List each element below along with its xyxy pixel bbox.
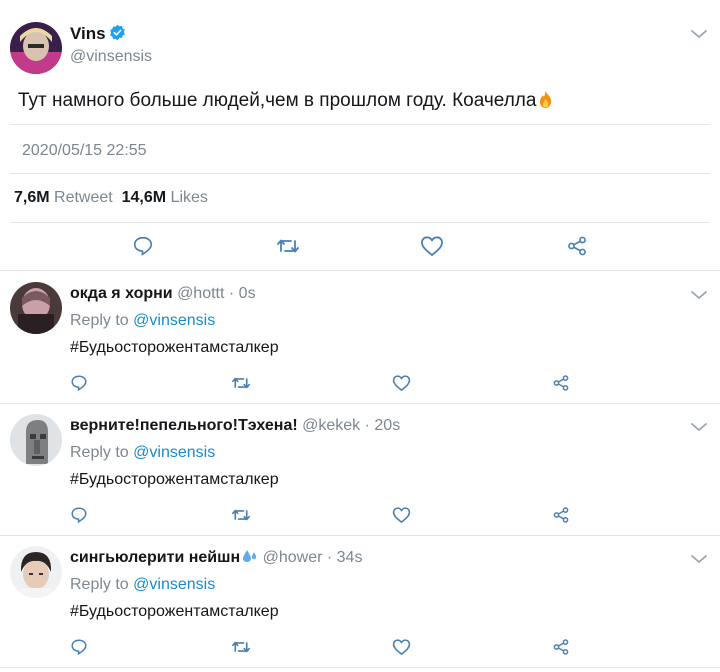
avatar[interactable] — [10, 546, 62, 598]
divider — [0, 403, 720, 404]
divider — [10, 124, 710, 125]
reply-text[interactable]: #Будьосторожентамсталкер — [70, 339, 279, 357]
reply-author-handle[interactable]: @hower — [263, 549, 323, 566]
reply-author-name[interactable]: сингьюлерити нейшн — [70, 549, 240, 566]
fire-emoji-icon — [540, 91, 552, 108]
reply-time[interactable]: 0s — [239, 285, 256, 302]
reply-to-line: Reply to @vinsensis — [70, 312, 215, 330]
avatar[interactable] — [10, 414, 62, 466]
reply-author-handle[interactable]: @hottt — [177, 285, 224, 302]
reply-to-line: Reply to @vinsensis — [70, 576, 215, 594]
verified-badge-icon — [110, 24, 125, 41]
reply-to-handle[interactable]: @vinsensis — [133, 576, 215, 593]
reply-text[interactable]: #Будьосторожентамсталкер — [70, 603, 279, 621]
divider — [10, 222, 710, 223]
share-icon[interactable] — [552, 506, 570, 524]
chevron-down-icon[interactable] — [690, 28, 708, 40]
chevron-down-icon[interactable] — [690, 289, 708, 301]
separator-dot: · — [228, 285, 235, 302]
chevron-down-icon[interactable] — [690, 421, 708, 433]
chevron-down-icon[interactable] — [690, 553, 708, 565]
reply-author-handle[interactable]: @kekek — [302, 417, 360, 434]
retweet-icon[interactable] — [231, 638, 251, 656]
reply-time[interactable]: 20s — [374, 417, 400, 434]
tweet-stats: 7,6M Retweet 14,6M Likes — [14, 189, 208, 207]
tweet-timestamp[interactable]: 2020/05/15 22:55 — [22, 142, 147, 160]
share-icon[interactable] — [566, 235, 588, 257]
divider — [0, 667, 720, 668]
like-icon[interactable] — [392, 638, 411, 656]
reply-to-label: Reply to — [70, 312, 129, 329]
share-icon[interactable] — [552, 374, 570, 392]
likes-label[interactable]: Likes — [171, 189, 208, 206]
retweet-icon[interactable] — [231, 374, 251, 392]
retweet-icon[interactable] — [276, 235, 300, 257]
separator-dot: · — [364, 417, 370, 434]
tweet-text-content: Тут намного больше людей,чем в прошлом г… — [18, 90, 537, 111]
reply-icon[interactable] — [70, 374, 88, 392]
reply-time[interactable]: 34s — [337, 549, 363, 566]
retweets-label[interactable]: Retweet — [54, 189, 113, 206]
retweet-icon[interactable] — [231, 506, 251, 524]
like-icon[interactable] — [392, 506, 411, 524]
divider — [0, 270, 720, 271]
tweet-text: Тут намного больше людей,чем в прошлом г… — [18, 90, 553, 112]
reply-to-handle[interactable]: @vinsensis — [133, 444, 215, 461]
retweets-count[interactable]: 7,6M — [14, 189, 50, 206]
reply-author-name[interactable]: верните!пепельного!Тэхена! — [70, 417, 298, 434]
reply-icon[interactable] — [132, 235, 154, 257]
reply-header: верните!пепельного!Тэхена! @kekek · 20s — [70, 417, 400, 435]
reply-icon[interactable] — [70, 506, 88, 524]
author-handle[interactable]: @vinsensis — [70, 48, 152, 66]
divider — [10, 173, 710, 174]
reply-header: окда я хорни @hottt · 0s — [70, 285, 256, 303]
divider — [0, 535, 720, 536]
reply-icon[interactable] — [70, 638, 88, 656]
likes-count[interactable]: 14,6M — [122, 189, 166, 206]
reply-to-line: Reply to @vinsensis — [70, 444, 215, 462]
separator-dot: · — [326, 549, 333, 566]
avatar[interactable] — [10, 22, 62, 74]
like-icon[interactable] — [392, 374, 411, 392]
share-icon[interactable] — [552, 638, 570, 656]
author-name[interactable]: Vins — [70, 24, 106, 44]
reply-to-label: Reply to — [70, 444, 129, 461]
reply-to-handle[interactable]: @vinsensis — [133, 312, 215, 329]
like-icon[interactable] — [420, 235, 444, 257]
reply-to-label: Reply to — [70, 576, 129, 593]
sweat-droplets-icon — [243, 550, 257, 562]
reply-header: сингьюлерити нейшн @hower · 34s — [70, 549, 362, 567]
avatar[interactable] — [10, 282, 62, 334]
reply-text[interactable]: #Будьосторожентамсталкер — [70, 471, 279, 489]
reply-author-name[interactable]: окда я хорни — [70, 285, 173, 302]
